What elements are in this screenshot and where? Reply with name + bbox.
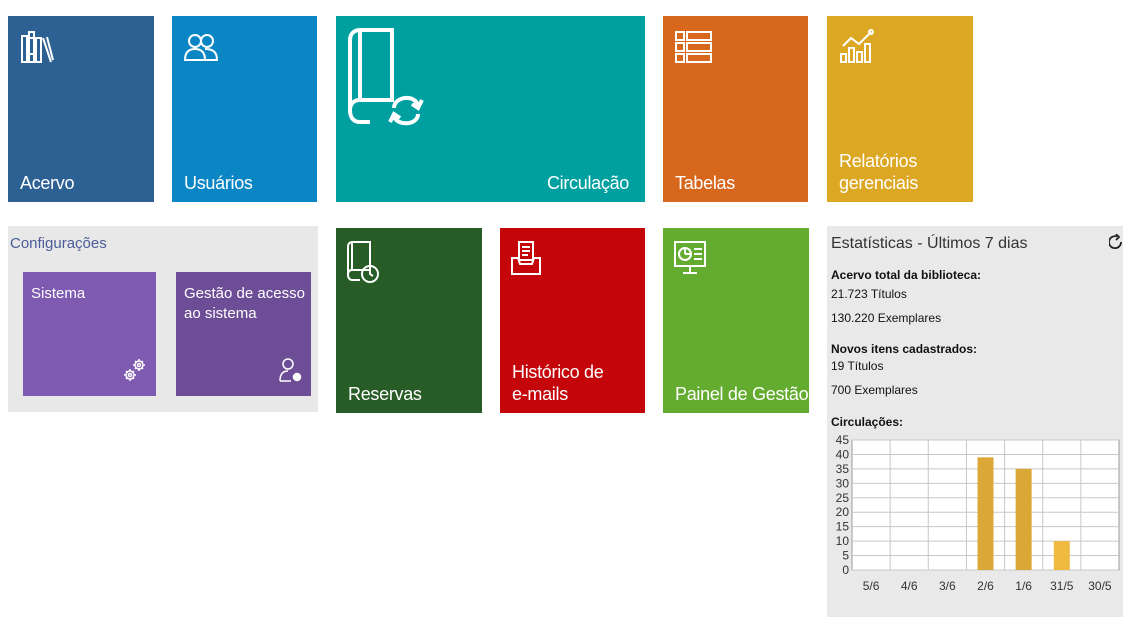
circulacoes-chart: 051015202530354045 5/6 4/6 3/6 2/6 1/6 31/5 30/… xyxy=(836,433,1120,593)
tile-label: Histórico de e-mails xyxy=(512,361,604,405)
y-tick-label: 25 xyxy=(836,491,850,505)
label-line-2: gerenciais xyxy=(839,173,919,193)
x-tick-label: 5/6 xyxy=(863,579,880,593)
tile-historico-emails[interactable]: Histórico de e-mails xyxy=(500,228,645,413)
novos-titulos: 19 Títulos xyxy=(831,359,884,373)
tile-label: Circulação xyxy=(546,173,629,193)
x-tick-label: 4/6 xyxy=(901,579,918,593)
bar xyxy=(977,457,994,570)
circulacoes-label: Circulações: xyxy=(831,415,904,429)
refresh-icon[interactable] xyxy=(1108,233,1123,255)
x-tick-label: 31/5 xyxy=(1050,579,1074,593)
y-tick-label: 15 xyxy=(836,520,850,534)
tile-label: Relatórios gerenciais xyxy=(839,150,918,194)
y-tick-label: 30 xyxy=(836,476,850,490)
monitor-dashboard-icon xyxy=(673,240,707,276)
tile-tabelas[interactable]: Tabelas xyxy=(663,16,808,202)
tile-gestao-acesso[interactable]: Gestão de acesso ao sistema xyxy=(176,272,311,396)
tile-label: Gestão de acesso ao sistema xyxy=(184,284,305,324)
acervo-titulos: 21.723 Títulos xyxy=(831,287,907,301)
configuracoes-title: Configurações xyxy=(10,235,107,252)
x-tick-label: 2/6 xyxy=(977,579,994,593)
tile-label: Usuários xyxy=(184,173,253,193)
tile-painel-gestao[interactable]: Painel de Gestão xyxy=(663,228,809,413)
tile-reservas[interactable]: Reservas xyxy=(336,228,482,413)
bar xyxy=(1015,468,1032,570)
statistics-title: Estatísticas - Últimos 7 dias xyxy=(831,235,1028,252)
tile-usuarios[interactable]: Usuários xyxy=(172,16,317,202)
label-line-2: ao sistema xyxy=(184,305,257,322)
bar-chart-trend-icon xyxy=(839,28,875,64)
tile-label: Tabelas xyxy=(675,173,735,193)
y-tick-label: 45 xyxy=(836,433,850,447)
tile-sistema[interactable]: Sistema xyxy=(23,272,156,396)
label-line-1: Relatórios xyxy=(839,151,918,171)
y-tick-label: 20 xyxy=(836,505,850,519)
table-list-icon xyxy=(675,30,713,64)
configuracoes-panel: Configurações Sistema Gestão de acesso a… xyxy=(8,226,318,412)
tile-label: Painel de Gestão xyxy=(675,384,809,404)
x-tick-label: 1/6 xyxy=(1015,579,1032,593)
tile-acervo[interactable]: Acervo xyxy=(8,16,154,202)
books-icon xyxy=(20,30,54,64)
novos-exemplares: 700 Exemplares xyxy=(831,383,918,397)
y-tick-label: 10 xyxy=(836,534,850,548)
x-tick-label: 30/5 xyxy=(1088,579,1112,593)
tile-label: Sistema xyxy=(31,285,86,302)
book-clock-icon xyxy=(346,240,380,284)
statistics-panel: Estatísticas - Últimos 7 dias Acervo tot… xyxy=(827,226,1123,617)
inbox-document-icon xyxy=(510,240,542,276)
x-tick-label: 3/6 xyxy=(939,579,956,593)
y-tick-label: 0 xyxy=(842,563,849,577)
user-gear-icon xyxy=(279,357,303,388)
label-line-2: e-mails xyxy=(512,384,568,404)
acervo-total-label: Acervo total da biblioteca: xyxy=(831,268,982,282)
y-tick-label: 5 xyxy=(842,549,849,563)
y-tick-label: 40 xyxy=(836,447,850,461)
bar xyxy=(1053,541,1070,570)
tile-label: Acervo xyxy=(20,173,75,193)
label-line-1: Histórico de xyxy=(512,362,604,382)
book-refresh-icon xyxy=(346,28,426,128)
label-line-1: Gestão de acesso xyxy=(184,285,305,302)
gears-icon xyxy=(122,357,148,388)
tile-relatorios[interactable]: Relatórios gerenciais xyxy=(827,16,973,202)
novos-itens-label: Novos itens cadastrados: xyxy=(831,342,978,356)
tile-label: Reservas xyxy=(348,384,422,404)
acervo-exemplares: 130.220 Exemplares xyxy=(831,311,942,325)
users-icon xyxy=(183,32,221,62)
tile-circulacao[interactable]: Circulação xyxy=(336,16,645,202)
y-tick-label: 35 xyxy=(836,462,850,476)
